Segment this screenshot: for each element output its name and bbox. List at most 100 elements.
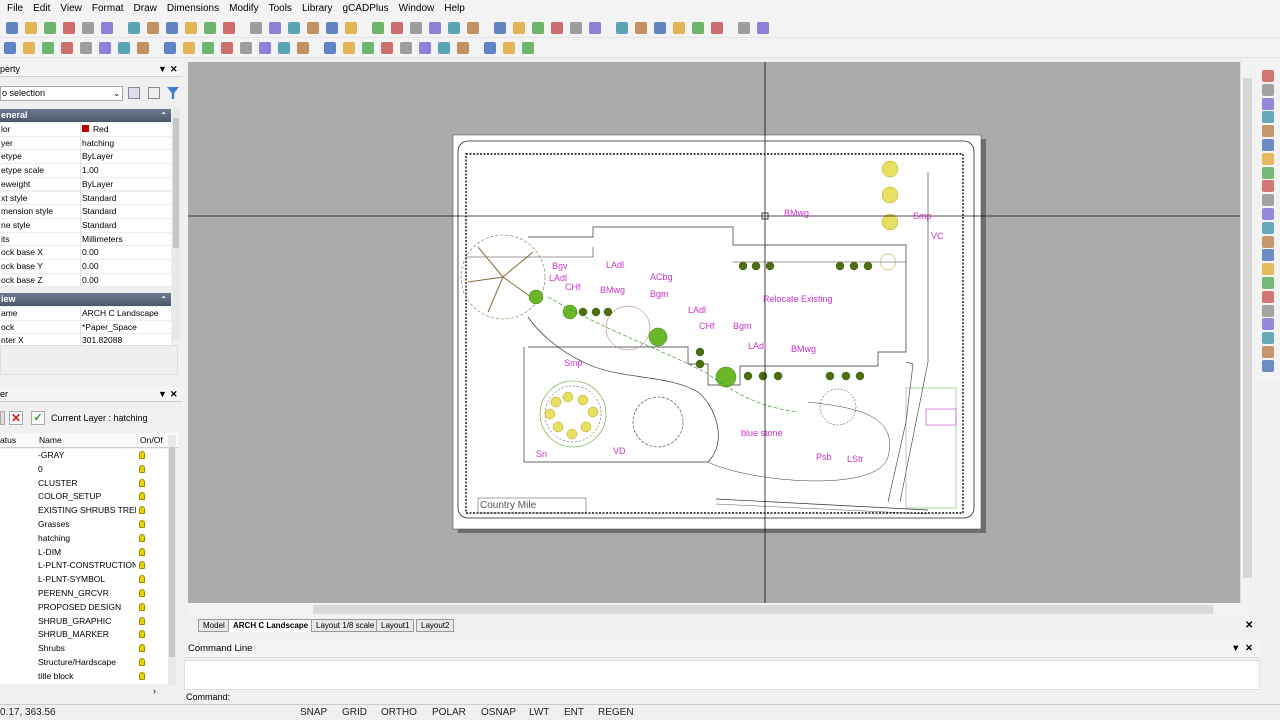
layer-row[interactable]: SHRUB_GRAPHIC	[0, 614, 168, 629]
property-value[interactable]: *Paper_Space	[80, 320, 171, 335]
status-toggle-regen[interactable]: REGEN	[598, 705, 634, 720]
lightbulb-icon[interactable]	[139, 575, 145, 584]
toolbar-tool-icon[interactable]	[429, 22, 441, 34]
layer-scrollbar[interactable]	[168, 435, 176, 685]
toolbar-tool-icon[interactable]	[326, 22, 338, 34]
status-toggle-polar[interactable]: POLAR	[432, 705, 466, 720]
menu-edit[interactable]: Edit	[28, 0, 55, 18]
toolbar-tool-icon[interactable]	[410, 22, 422, 34]
toolbar-tool-icon[interactable]	[457, 42, 469, 54]
general-section-header[interactable]: eneral ⌃	[0, 109, 171, 122]
close-icon[interactable]: ✕	[1245, 620, 1253, 631]
lightbulb-icon[interactable]	[139, 520, 145, 528]
menu-tools[interactable]: Tools	[264, 0, 297, 18]
pickadd-icon[interactable]	[148, 87, 160, 99]
layer-row[interactable]: Shrubs	[0, 642, 168, 656]
menu-draw[interactable]: Draw	[129, 0, 162, 18]
toolbar-tool-icon[interactable]	[616, 22, 628, 34]
modify-tool-icon[interactable]	[1262, 332, 1274, 345]
lightbulb-icon[interactable]	[139, 492, 145, 501]
col-onoff[interactable]: On/Of	[140, 433, 163, 448]
toolbar-tool-icon[interactable]	[25, 22, 37, 34]
col-status[interactable]: atus	[0, 433, 16, 448]
property-value[interactable]: ARCH C Landscape	[80, 307, 171, 321]
modify-tool-icon[interactable]	[1262, 249, 1274, 262]
lightbulb-icon[interactable]	[139, 506, 145, 515]
modify-tool-icon[interactable]	[1262, 83, 1274, 96]
layer-row[interactable]: PROPOSED DESIGN	[0, 600, 168, 615]
toolbar-tool-icon[interactable]	[118, 42, 130, 54]
toolbar-tool-icon[interactable]	[6, 22, 18, 34]
toolbar-tool-icon[interactable]	[343, 42, 355, 54]
toolbar-tool-icon[interactable]	[391, 22, 403, 34]
close-icon[interactable]: ✕	[1245, 640, 1253, 658]
toolbar-tool-icon[interactable]	[185, 22, 197, 34]
toolbar-tool-icon[interactable]	[570, 22, 582, 34]
toolbar-tool-icon[interactable]	[137, 42, 149, 54]
toolbar-tool-icon[interactable]	[259, 42, 271, 54]
toolbar-tool-icon[interactable]	[223, 22, 235, 34]
toolbar-tool-icon[interactable]	[673, 22, 685, 34]
toolbar-tool-icon[interactable]	[654, 22, 666, 34]
lightbulb-icon[interactable]	[139, 602, 145, 611]
lightbulb-icon[interactable]	[139, 630, 145, 639]
layer-row[interactable]: hatching	[0, 531, 168, 546]
layer-row[interactable]: EXISTING SHRUBS TREE	[0, 504, 168, 518]
chevron-right-icon[interactable]: ›	[153, 686, 156, 696]
property-value[interactable]: Standard	[80, 191, 171, 206]
lightbulb-icon[interactable]	[139, 658, 145, 666]
modify-tool-icon[interactable]	[1262, 194, 1274, 207]
menu-format[interactable]: Format	[87, 0, 129, 18]
status-toggle-snap[interactable]: SNAP	[300, 705, 327, 720]
toolbar-tool-icon[interactable]	[278, 42, 290, 54]
toolbar-tool-icon[interactable]	[400, 42, 412, 54]
menu-modify[interactable]: Modify	[224, 0, 263, 18]
drawing-canvas[interactable]: Country Mile BMwg Smp VC Bgv LAdl LAdl CHf BMwg…	[188, 62, 1240, 603]
lightbulb-icon[interactable]	[139, 644, 145, 653]
toolbar-tool-icon[interactable]	[4, 42, 16, 54]
properties-scrollbar[interactable]	[172, 108, 180, 340]
modify-tool-icon[interactable]	[1262, 97, 1274, 110]
modify-tool-icon[interactable]	[1262, 180, 1274, 193]
lightbulb-icon[interactable]	[139, 547, 145, 556]
lightbulb-icon[interactable]	[139, 616, 145, 625]
toolbar-tool-icon[interactable]	[166, 22, 178, 34]
toolbar-tool-icon[interactable]	[372, 22, 384, 34]
property-row[interactable]: ock base X 0.00	[0, 246, 171, 260]
menu-view[interactable]: View	[55, 0, 87, 18]
toolbar-tool-icon[interactable]	[147, 22, 159, 34]
layout-tab[interactable]: Model	[198, 619, 230, 632]
layout-tab[interactable]: Layout 1/8 scale	[311, 619, 380, 632]
layer-row[interactable]: title block	[0, 669, 168, 684]
toolbar-tool-icon[interactable]	[307, 22, 319, 34]
modify-tool-icon[interactable]	[1262, 277, 1274, 289]
toolbar-tool-icon[interactable]	[532, 22, 544, 34]
set-current-check-icon[interactable]: ✓	[31, 411, 45, 425]
toolbar-tool-icon[interactable]	[692, 22, 704, 34]
toolbar-tool-icon[interactable]	[551, 22, 563, 34]
canvas-vertical-scrollbar[interactable]	[1240, 62, 1254, 603]
property-value[interactable]: 0.00	[80, 246, 171, 260]
modify-tool-icon[interactable]	[1262, 359, 1274, 372]
property-row[interactable]: mension style Standard	[0, 205, 171, 219]
toolbar-tool-icon[interactable]	[381, 42, 393, 54]
property-value[interactable]: 0.00	[80, 260, 171, 274]
toolbar-tool-icon[interactable]	[635, 22, 647, 34]
toolbar-tool-icon[interactable]	[44, 22, 56, 34]
lightbulb-icon[interactable]	[139, 464, 145, 473]
status-toggle-osnap[interactable]: OSNAP	[481, 705, 516, 720]
select-objects-icon[interactable]	[128, 87, 140, 99]
modify-tool-icon[interactable]	[1262, 318, 1274, 331]
modify-tool-icon[interactable]	[1262, 208, 1274, 220]
toolbar-tool-icon[interactable]	[42, 42, 54, 54]
toolbar-tool-icon[interactable]	[99, 42, 111, 54]
close-icon[interactable]: ✕	[170, 387, 178, 402]
lightbulb-icon[interactable]	[139, 478, 145, 487]
toolbar-tool-icon[interactable]	[82, 22, 94, 34]
command-input[interactable]	[230, 690, 1260, 704]
toolbar-tool-icon[interactable]	[297, 42, 309, 54]
toolbar-tool-icon[interactable]	[128, 22, 140, 34]
toolbar-tool-icon[interactable]	[183, 42, 195, 54]
modify-tool-icon[interactable]	[1262, 111, 1274, 124]
close-icon[interactable]: ✕	[170, 62, 178, 77]
